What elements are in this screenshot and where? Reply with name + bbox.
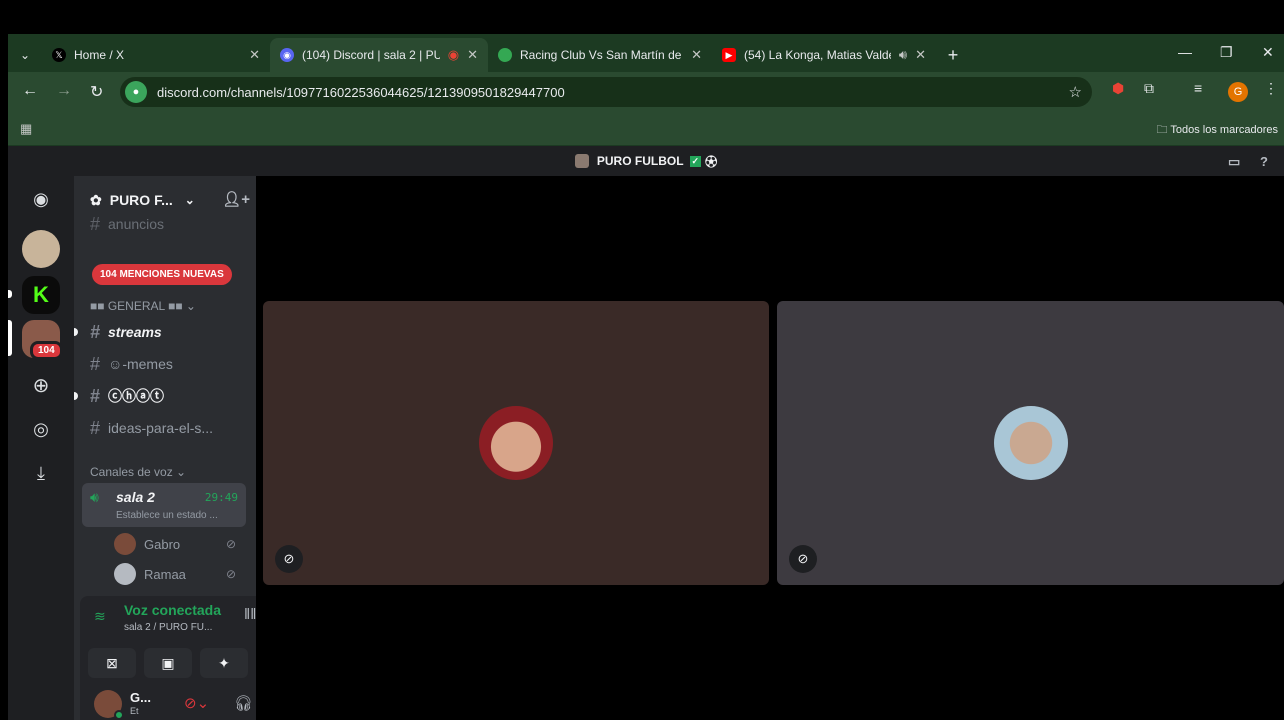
inbox-icon[interactable]: ▭ <box>1228 154 1240 170</box>
channel-ideas[interactable]: # ideas-para-el-s... <box>90 414 250 442</box>
participant-tile-gabro[interactable]: ⊘ <box>263 301 769 585</box>
check-icon: ✓ <box>689 155 702 167</box>
hash-icon: # <box>90 321 101 342</box>
folder-icon: 🗀︎ <box>1156 124 1171 136</box>
voice-user-gabro[interactable]: Gabro ⊘ <box>114 531 236 557</box>
screen-share-icon: ▣ <box>161 654 175 671</box>
avatar <box>114 563 136 585</box>
globe-icon <box>498 48 512 62</box>
toolbar: ← → ↻ ● discord.com/channels/10977160225… <box>8 72 1284 112</box>
voice-user-ramaa[interactable]: Ramaa ⊘ <box>114 561 236 587</box>
muted-mic-icon: ⊘ <box>789 545 817 573</box>
muted-mic-icon: ⊘ <box>275 545 303 573</box>
extensions-puzzle-icon[interactable]: ⧉ <box>1144 80 1154 97</box>
close-tab-icon[interactable]: ✕ <box>241 47 260 63</box>
discord-title-bar: PURO FULBOL ✓ ⚽︎ ▭ ? <box>8 146 1284 176</box>
discord-icon: ◉ <box>280 48 294 62</box>
speaker-icon: 🔊︎ <box>90 489 99 505</box>
soccer-ball-icon: ⚽︎ <box>705 154 718 169</box>
download-icon[interactable]: ⤓ <box>22 454 60 492</box>
muted-mic-icon: ⊘ <box>226 537 237 551</box>
connection-signal-icon[interactable]: ≋ <box>94 608 106 625</box>
category-general[interactable]: ■■ GENERAL ■■ ⌄ <box>90 299 196 313</box>
hash-icon: # <box>90 213 101 234</box>
media-control-icon[interactable]: ≡ <box>1194 80 1202 96</box>
explore-compass-icon[interactable]: ◎ <box>22 410 60 448</box>
close-window-icon[interactable]: ✕ <box>1262 44 1274 61</box>
chevron-down-icon: ⌄ <box>184 193 195 207</box>
server-rail: ◉ K 104 ⊕ ◎ ⤓ <box>8 176 74 720</box>
bookmarks-bar: ▦ 🗀︎ Todos los marcadores <box>8 112 1284 146</box>
minimize-icon[interactable]: — <box>1178 44 1192 60</box>
participant-avatar <box>479 406 553 480</box>
hash-icon: # <box>90 385 101 406</box>
close-tab-icon[interactable]: ✕ <box>907 47 926 63</box>
tab-search-button[interactable]: ⌄ <box>8 38 42 72</box>
restore-icon[interactable]: ❐ <box>1220 44 1233 61</box>
extension-icon[interactable]: ⬢ <box>1112 80 1124 97</box>
channel-streams[interactable]: # streams <box>90 318 250 346</box>
muted-mic-icon[interactable]: ⊘⌄ <box>184 694 209 712</box>
bookmark-star-icon[interactable]: ☆ <box>1069 83 1082 101</box>
add-server-icon[interactable]: ⊕ <box>22 366 60 404</box>
server-avatar-1[interactable] <box>22 230 60 268</box>
speaker-icon[interactable]: 🔊︎ <box>891 47 907 63</box>
tab-discord[interactable]: ◉ (104) Discord | sala 2 | PUR ◉ ✕ <box>270 38 488 72</box>
activities-icon: ✦ <box>218 654 230 671</box>
youtube-icon: ▶ <box>722 48 736 62</box>
hash-icon: # <box>90 417 101 438</box>
activities-button[interactable]: ✦ <box>200 648 248 678</box>
participant-tile-ramaa[interactable]: ⊘ <box>777 301 1284 585</box>
unread-dot <box>74 392 78 400</box>
camera-off-button[interactable]: ⊠ <box>88 648 136 678</box>
server-mention-badge: 104 <box>30 341 63 360</box>
tab-strip: ⌄ 𝕏 Home / X ✕ ◉ (104) Discord | sala 2 … <box>8 34 1284 72</box>
channel-memes[interactable]: # ☺︎ -memes <box>90 350 250 378</box>
new-tab-button[interactable]: + <box>936 38 970 72</box>
category-voice[interactable]: Canales de voz ⌄ <box>90 465 186 479</box>
channel-anuncios[interactable]: # anuncios <box>90 210 250 238</box>
muted-mic-icon: ⊘ <box>226 567 237 581</box>
server-thumbnail <box>574 154 589 168</box>
close-tab-icon[interactable]: ✕ <box>459 47 478 63</box>
help-icon[interactable]: ? <box>1260 154 1268 169</box>
forward-icon[interactable]: → <box>56 82 72 100</box>
noise-suppression-icon[interactable]: ‖‖ <box>244 606 256 623</box>
close-tab-icon[interactable]: ✕ <box>683 47 702 63</box>
server-badge-icon: ✿ <box>90 191 102 208</box>
back-icon[interactable]: ← <box>22 82 38 100</box>
hash-icon: # <box>90 353 101 374</box>
tab-x-home[interactable]: 𝕏 Home / X ✕ <box>42 38 270 72</box>
tab-youtube[interactable]: ▶ (54) La Konga, Matias Valde 🔊︎ ✕ <box>712 38 936 72</box>
x-icon: 𝕏 <box>52 48 66 62</box>
avatar <box>114 533 136 555</box>
invite-people-icon[interactable]: 👤︎+ <box>222 190 250 208</box>
reload-icon[interactable]: ↻ <box>90 82 103 102</box>
microphone-icon[interactable]: ● <box>125 81 147 103</box>
apps-grid-icon[interactable]: ▦ <box>20 121 32 137</box>
all-bookmarks-button[interactable]: 🗀︎ Todos los marcadores <box>1157 121 1278 140</box>
online-status-dot <box>114 710 124 720</box>
voice-stage: ⊘ ⊘ <box>256 176 1284 720</box>
profile-avatar[interactable]: G <box>1228 82 1248 102</box>
unread-pill <box>8 290 12 298</box>
emoji-icon: ☺︎ <box>108 356 123 372</box>
participant-avatar <box>993 406 1068 480</box>
tab-racing[interactable]: Racing Club Vs San Martín de F ✕ <box>488 38 712 72</box>
recording-icon: ◉ <box>447 47 460 62</box>
browser-window: ⌄ 𝕏 Home / X ✕ ◉ (104) Discord | sala 2 … <box>8 34 1284 720</box>
new-mentions-badge[interactable]: 104 MENCIONES NUEVAS <box>92 264 232 285</box>
voice-channel-sala-2[interactable]: 🔊︎ sala 2 29:49 Establece un estado ... <box>82 483 246 527</box>
selected-pill <box>8 320 12 356</box>
share-screen-button[interactable]: ▣ <box>144 648 192 678</box>
menu-kebab-icon[interactable]: ⋮ <box>1264 80 1278 97</box>
camera-off-icon: ⊠ <box>106 654 118 671</box>
unread-dot <box>74 328 78 336</box>
discord-home-icon[interactable]: ◉ <box>22 180 60 218</box>
kick-server-icon[interactable]: K <box>22 276 60 314</box>
channel-chat[interactable]: # ⓒⓗⓐⓣ <box>90 382 250 410</box>
address-bar[interactable]: ● discord.com/channels/10977160225360446… <box>120 77 1092 107</box>
